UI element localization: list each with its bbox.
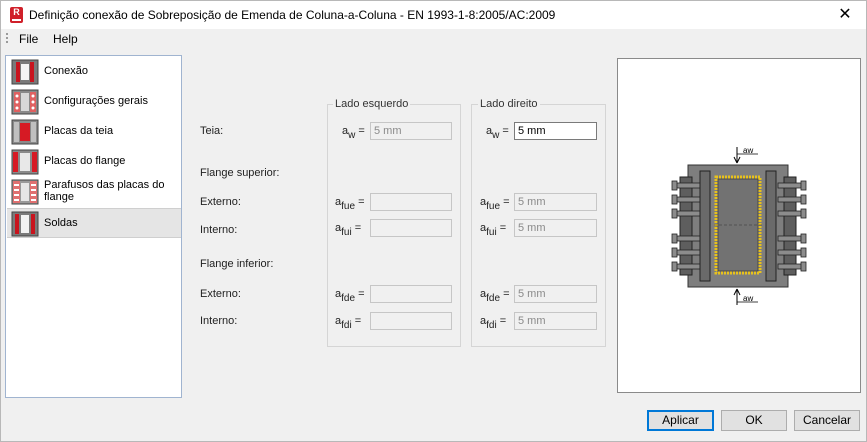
afde-right-symbol: afde = — [480, 288, 510, 304]
nav-item-label: Placas da teia — [44, 125, 114, 137]
apply-button[interactable]: Aplicar — [647, 410, 714, 431]
nav-item-label: Parafusos das placas do flange — [44, 179, 165, 203]
close-icon[interactable]: ✕ — [830, 2, 860, 28]
flange-plates-icon — [11, 149, 39, 175]
nav-item-configuracoes-gerais[interactable]: Configurações gerais — [7, 87, 181, 117]
afui-left-symbol: afui = — [335, 222, 362, 238]
ok-button[interactable]: OK — [721, 410, 787, 431]
afdi-right-field[interactable]: 5 mm — [514, 312, 597, 330]
afui-right-symbol: afui = — [480, 222, 507, 238]
afdi-left-symbol: afdi = — [335, 315, 362, 331]
afui-right-field[interactable]: 5 mm — [514, 219, 597, 237]
nav-item-placas-da-teia[interactable]: Placas da teia — [7, 117, 181, 147]
interno-inferior-label: Interno: — [200, 315, 238, 327]
externo-inferior-label: Externo: — [200, 288, 241, 300]
menu-help[interactable]: Help — [53, 32, 78, 46]
aw-left-field[interactable]: 5 mm — [370, 122, 452, 140]
afue-right-symbol: afue = — [480, 196, 510, 212]
web-plates-icon — [11, 119, 39, 145]
nav-item-label: Configurações gerais — [44, 95, 148, 107]
weld-label-top: aw — [743, 146, 753, 155]
cancel-button[interactable]: Cancelar — [794, 410, 860, 431]
connection-preview: aw aw — [617, 58, 861, 393]
dialog-window: R Definição conexão de Sobreposição de E… — [0, 0, 867, 442]
aw-right-symbol: aw = — [486, 125, 509, 141]
connection-icon — [11, 59, 39, 85]
teia-label: Teia: — [200, 125, 224, 137]
welds-icon — [11, 211, 39, 237]
nav-item-soldas[interactable]: Soldas — [7, 208, 181, 238]
weld-diagram: aw aw — [671, 146, 807, 305]
title-bar: R Definição conexão de Sobreposição de E… — [1, 1, 866, 29]
inner-right-flange — [765, 170, 777, 282]
afde-left-symbol: afde = — [335, 288, 365, 304]
afdi-left-field[interactable] — [370, 312, 452, 330]
afde-right-field[interactable]: 5 mm — [514, 285, 597, 303]
right-side-group-title: Lado direito — [478, 98, 540, 110]
nav-item-label: Placas do flange — [44, 155, 126, 167]
weld-label-bottom: aw — [743, 294, 753, 303]
general-settings-icon — [11, 89, 39, 115]
flange-superior-label: Flange superior: — [200, 167, 280, 179]
section-nav-list: Conexão Configurações gerais Placas da t — [5, 55, 182, 398]
nav-item-label: Conexão — [44, 65, 89, 77]
afue-left-field[interactable] — [370, 193, 452, 211]
nav-item-conexao[interactable]: Conexão — [7, 57, 181, 87]
inner-left-flange — [699, 170, 711, 282]
afue-right-field[interactable]: 5 mm — [514, 193, 597, 211]
aw-right-field[interactable]: 5 mm — [514, 122, 597, 140]
afdi-right-symbol: afdi = — [480, 315, 507, 331]
window-title: Definição conexão de Sobreposição de Eme… — [29, 8, 556, 22]
menu-grip-icon — [6, 33, 9, 47]
externo-superior-label: Externo: — [200, 196, 241, 208]
nav-item-placas-do-flange[interactable]: Placas do flange — [7, 147, 181, 177]
aw-left-symbol: aw = — [342, 125, 365, 141]
interno-superior-label: Interno: — [200, 224, 238, 236]
robot-app-icon: R — [10, 7, 23, 23]
afui-left-field[interactable] — [370, 219, 452, 237]
flange-inferior-label: Flange inferior: — [200, 258, 274, 270]
afde-left-field[interactable] — [370, 285, 452, 303]
app-icon-letter: R — [13, 7, 20, 17]
left-side-group-title: Lado esquerdo — [333, 98, 411, 110]
menu-bar: File Help — [1, 29, 866, 51]
nav-item-label: Soldas — [44, 217, 78, 229]
flange-bolts-icon — [11, 179, 39, 205]
menu-file[interactable]: File — [19, 32, 38, 46]
nav-item-parafusos-placas-flange[interactable]: Parafusos das placas do flange — [7, 177, 181, 207]
left-flange-plate — [679, 176, 693, 276]
afue-left-symbol: afue = — [335, 196, 365, 212]
right-flange-plate — [783, 176, 797, 276]
